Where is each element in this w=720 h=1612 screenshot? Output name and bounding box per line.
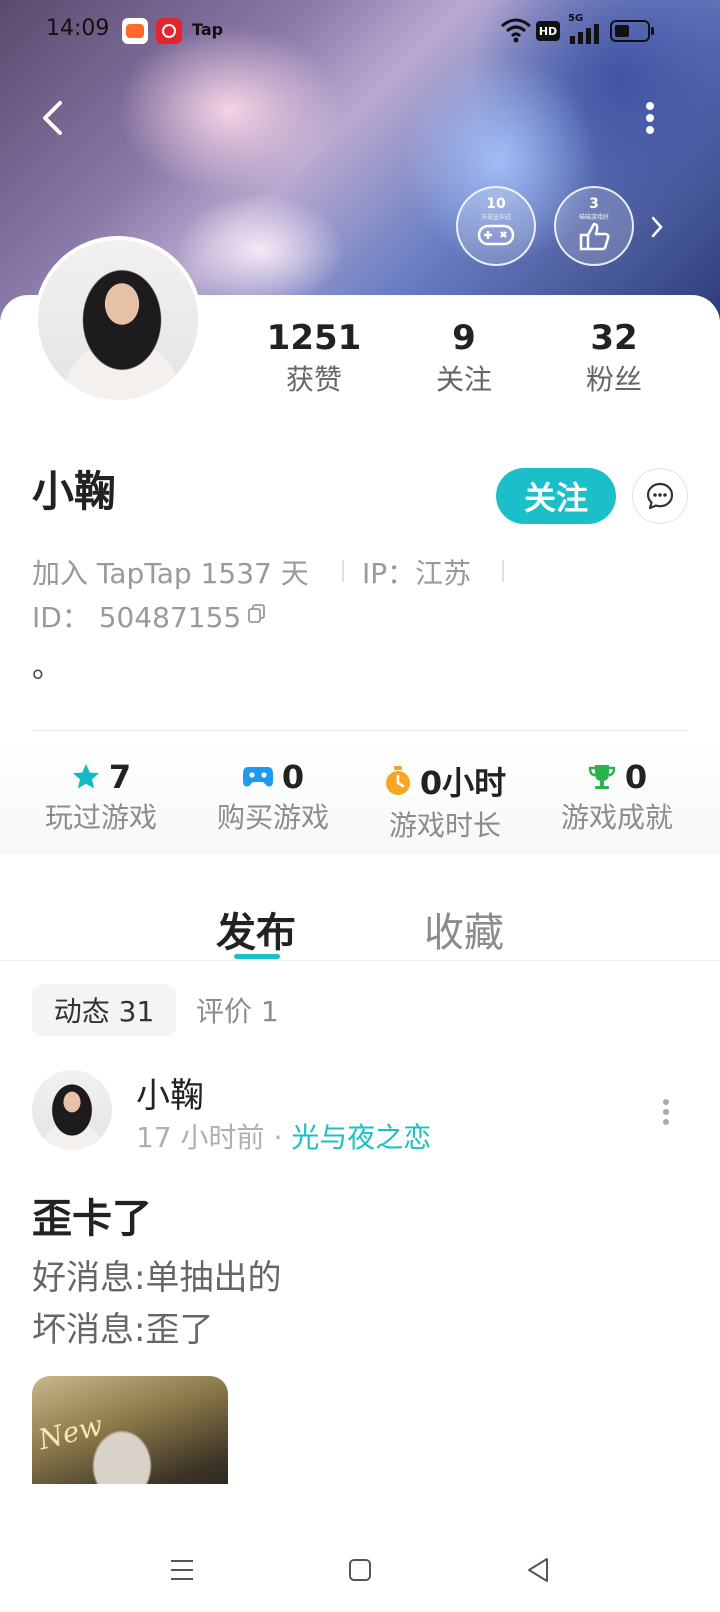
back-triangle-icon bbox=[528, 1558, 548, 1582]
follow-button[interactable]: 关注 bbox=[496, 468, 616, 524]
tab-posts[interactable]: 发布 bbox=[196, 900, 316, 958]
copy-icon bbox=[248, 604, 265, 623]
netease-music-icon bbox=[156, 18, 182, 44]
post-meta-separator: · bbox=[273, 1121, 283, 1154]
join-days: 加入 TapTap 1537 天 bbox=[32, 557, 309, 590]
trophy-icon bbox=[588, 765, 616, 789]
user-id: ID： 50487155 bbox=[32, 601, 242, 634]
copy-id-button[interactable] bbox=[248, 604, 266, 628]
stat-value: 1251 bbox=[266, 318, 362, 358]
signal-icon: 5G bbox=[568, 14, 602, 44]
profile-name: 小鞠 bbox=[32, 467, 117, 516]
profile-bio: 。 bbox=[32, 650, 62, 685]
game-stat-label: 游戏成就 bbox=[560, 801, 673, 834]
post-game-link[interactable]: 光与夜之恋 bbox=[291, 1121, 431, 1154]
game-stat-achievements[interactable]: 0 游戏成就 bbox=[532, 758, 702, 836]
home-button[interactable] bbox=[338, 1548, 382, 1592]
chevron-left-icon bbox=[43, 101, 62, 135]
gamepad-icon bbox=[242, 767, 273, 787]
battery-icon bbox=[610, 20, 654, 42]
game-stat-label: 游戏时长 bbox=[388, 809, 501, 842]
hd-icon: HD bbox=[536, 21, 560, 41]
more-options-button[interactable] bbox=[630, 96, 670, 140]
stat-value: 32 bbox=[590, 318, 638, 358]
game-stat-value: 7 bbox=[108, 758, 132, 796]
more-vertical-icon bbox=[646, 102, 654, 134]
stat-label: 获赞 bbox=[285, 363, 342, 396]
game-stat-value: 0小时 bbox=[419, 764, 507, 802]
game-stat-played[interactable]: 7 玩过游戏 bbox=[16, 758, 186, 836]
status-time: 14:09 bbox=[46, 16, 110, 41]
post-image-text: New bbox=[34, 1408, 107, 1457]
stat-label: 关注 bbox=[435, 363, 492, 396]
divider bbox=[32, 730, 688, 731]
avatar[interactable] bbox=[34, 236, 202, 404]
gamepad-badge-icon bbox=[477, 224, 515, 246]
post-time: 17 小时前 bbox=[136, 1121, 265, 1154]
stat-label: 粉丝 bbox=[585, 363, 642, 396]
badge-count: 3 bbox=[589, 196, 599, 212]
meta-divider bbox=[502, 560, 504, 582]
message-button[interactable] bbox=[632, 468, 688, 524]
game-stat-value: 0 bbox=[624, 758, 648, 796]
badge-caption: 喵喵游戏好 bbox=[578, 214, 609, 221]
post-author-avatar[interactable] bbox=[32, 1070, 112, 1150]
stopwatch-icon bbox=[385, 766, 410, 795]
tab-favorites[interactable]: 收藏 bbox=[404, 900, 524, 958]
more-vertical-icon bbox=[663, 1099, 669, 1125]
post-meta: 17 小时前 · 光与夜之恋 bbox=[136, 1116, 431, 1156]
badges-more-button[interactable] bbox=[644, 210, 670, 244]
wifi-icon bbox=[500, 16, 532, 48]
post-body-line: 坏消息:歪了 bbox=[32, 1310, 214, 1350]
thumbs-up-badge-icon bbox=[579, 222, 610, 251]
menu-icon bbox=[171, 1560, 193, 1580]
chip-moments[interactable]: 动态 31 bbox=[32, 984, 176, 1036]
chevron-right-icon bbox=[651, 216, 663, 238]
system-back-button[interactable] bbox=[516, 1548, 560, 1592]
post-body-line: 好消息:单抽出的 bbox=[32, 1258, 282, 1298]
game-stat-purchased[interactable]: 0 购买游戏 bbox=[188, 758, 358, 836]
ip-location: IP：江苏 bbox=[362, 557, 472, 590]
game-stat-playtime[interactable]: 0小时 游戏时长 bbox=[360, 758, 530, 844]
app-notification-icon bbox=[122, 18, 148, 44]
home-square-icon bbox=[349, 1559, 371, 1581]
stat-followers[interactable]: 32 粉丝 bbox=[554, 318, 674, 398]
post-title[interactable]: 歪卡了 bbox=[32, 1186, 152, 1244]
tap-notification-label: Tap bbox=[192, 20, 224, 39]
game-stat-value: 0 bbox=[281, 758, 305, 796]
content-tabs bbox=[0, 855, 720, 961]
badge-caption: 万花丛中过 bbox=[480, 214, 511, 221]
back-button[interactable] bbox=[30, 96, 74, 140]
game-stat-label: 玩过游戏 bbox=[44, 801, 157, 834]
badge-count: 10 bbox=[486, 196, 506, 212]
chat-bubble-icon bbox=[646, 482, 674, 510]
stat-following[interactable]: 9 关注 bbox=[404, 318, 524, 398]
menu-button[interactable] bbox=[160, 1548, 204, 1592]
network-type-label: 5G bbox=[568, 13, 584, 24]
badge-like-achievement[interactable]: 3 喵喵游戏好 bbox=[554, 186, 634, 266]
stat-value: 9 bbox=[452, 318, 476, 358]
star-icon bbox=[72, 764, 99, 789]
post-author-name[interactable]: 小鞠 bbox=[136, 1068, 204, 1117]
stat-likes[interactable]: 1251 获赞 bbox=[254, 318, 374, 398]
game-stat-label: 购买游戏 bbox=[216, 801, 329, 834]
badge-game-achievement[interactable]: 10 万花丛中过 bbox=[456, 186, 536, 266]
meta-divider bbox=[342, 560, 344, 582]
chip-reviews[interactable]: 评价 1 bbox=[196, 984, 296, 1036]
post-more-button[interactable] bbox=[654, 1092, 678, 1132]
tab-indicator bbox=[234, 954, 280, 959]
